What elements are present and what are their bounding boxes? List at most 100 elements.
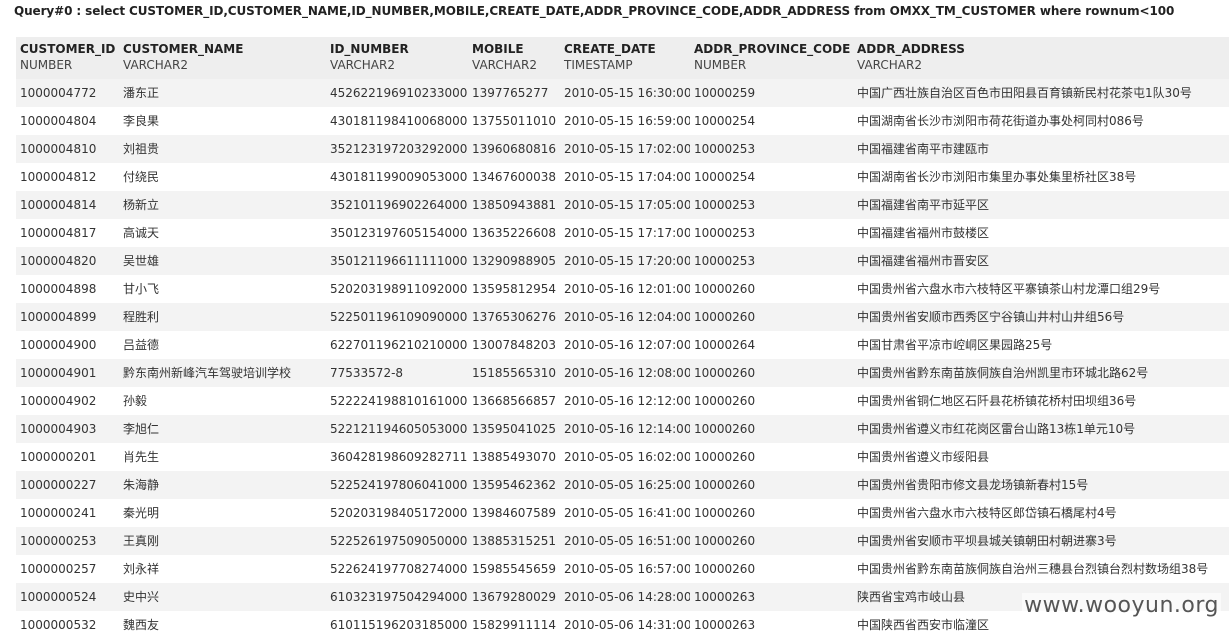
cell-customer-id: 1000000524 [16, 583, 119, 611]
cell-create-date: 2010-05-15 17:17:00 [560, 219, 690, 247]
cell-create-date: 2010-05-16 12:04:00 [560, 303, 690, 331]
cell-mobile: 13984607589 [468, 499, 560, 527]
column-header-create-date[interactable]: CREATE_DATE TIMESTAMP [560, 37, 690, 79]
cell-customer-name: 朱海静 [119, 471, 326, 499]
cell-customer-id: 1000000241 [16, 499, 119, 527]
cell-customer-name: 秦光明 [119, 499, 326, 527]
column-type: TIMESTAMP [564, 58, 633, 72]
header-row: CUSTOMER_ID NUMBER CUSTOMER_NAME VARCHAR2 … [16, 37, 1229, 79]
table-row[interactable]: 1000004817 高诚天 350123197605154000 136352266… [16, 219, 1229, 247]
cell-id-number: 430181198410068000 [326, 107, 468, 135]
table-row[interactable]: 1000004812 付绕民 430181199009053000 134676000… [16, 163, 1229, 191]
table-row[interactable]: 1000004900 吕益德 622701196210210000 130078482… [16, 331, 1229, 359]
query-text: Query#0 : select CUSTOMER_ID,CUSTOMER_NA… [14, 4, 1175, 18]
cell-addr-address: 中国贵州省铜仁地区石阡县花桥镇花桥村田坝组36号 [853, 387, 1229, 415]
table-row[interactable]: 1000000253 王真刚 522526197509050000 138853152… [16, 527, 1229, 555]
table-row[interactable]: 1000004898 甘小飞 520203198911092000 135958129… [16, 275, 1229, 303]
cell-create-date: 2010-05-06 14:31:00 [560, 611, 690, 632]
cell-customer-name: 吕益德 [119, 331, 326, 359]
cell-addr-province-code: 10000259 [690, 79, 853, 107]
cell-customer-name: 甘小飞 [119, 275, 326, 303]
cell-addr-address: 中国福建省南平市延平区 [853, 191, 1229, 219]
cell-customer-id: 1000004901 [16, 359, 119, 387]
cell-mobile: 13635226608 [468, 219, 560, 247]
cell-id-number: 350123197605154000 [326, 219, 468, 247]
column-name: ADDR_PROVINCE_CODE [694, 42, 851, 56]
cell-addr-address: 中国福建省南平市建瓯市 [853, 135, 1229, 163]
cell-id-number: 522224198810161000 [326, 387, 468, 415]
table-row[interactable]: 1000000227 朱海静 522524197806041000 135954623… [16, 471, 1229, 499]
cell-addr-province-code: 10000260 [690, 527, 853, 555]
cell-customer-id: 1000004814 [16, 191, 119, 219]
column-name: MOBILE [472, 42, 524, 56]
table-row[interactable]: 1000004820 吴世雄 350121196611111000 132909889… [16, 247, 1229, 275]
cell-addr-province-code: 10000260 [690, 303, 853, 331]
cell-addr-province-code: 10000260 [690, 443, 853, 471]
cell-customer-name: 杨新立 [119, 191, 326, 219]
cell-id-number: 522121194605053000 [326, 415, 468, 443]
cell-customer-name: 李良果 [119, 107, 326, 135]
column-type: VARCHAR2 [857, 58, 922, 72]
cell-customer-id: 1000004804 [16, 107, 119, 135]
cell-addr-province-code: 10000260 [690, 555, 853, 583]
cell-addr-province-code: 10000260 [690, 415, 853, 443]
table-row[interactable]: 1000004899 程胜利 522501196109090000 137653062… [16, 303, 1229, 331]
column-name: ADDR_ADDRESS [857, 42, 965, 56]
cell-customer-id: 1000004812 [16, 163, 119, 191]
cell-addr-address: 中国贵州省安顺市平坝县城关镇朝田村朝进寨3号 [853, 527, 1229, 555]
cell-addr-address: 中国贵州省遵义市绥阳县 [853, 443, 1229, 471]
table-row[interactable]: 1000000241 秦光明 520203198405172000 139846075… [16, 499, 1229, 527]
table-row[interactable]: 1000004804 李良果 430181198410068000 137550110… [16, 107, 1229, 135]
cell-addr-province-code: 10000254 [690, 163, 853, 191]
cell-customer-name: 刘永祥 [119, 555, 326, 583]
cell-addr-province-code: 10000260 [690, 275, 853, 303]
cell-addr-province-code: 10000260 [690, 471, 853, 499]
column-header-customer-id[interactable]: CUSTOMER_ID NUMBER [16, 37, 119, 79]
column-header-addr-address[interactable]: ADDR_ADDRESS VARCHAR2 [853, 37, 1229, 79]
cell-customer-id: 1000000257 [16, 555, 119, 583]
cell-addr-address: 中国贵州省安顺市西秀区宁谷镇山井村山井组56号 [853, 303, 1229, 331]
cell-customer-id: 1000004899 [16, 303, 119, 331]
cell-customer-id: 1000000253 [16, 527, 119, 555]
table-row[interactable]: 1000004772 潘东正 452622196910233000 139776527… [16, 79, 1229, 107]
table-row[interactable]: 1000004814 杨新立 352101196902264000 138509438… [16, 191, 1229, 219]
cell-id-number: 520203198911092000 [326, 275, 468, 303]
column-header-id-number[interactable]: ID_NUMBER VARCHAR2 [326, 37, 468, 79]
cell-create-date: 2010-05-16 12:08:00 [560, 359, 690, 387]
cell-customer-name: 高诚天 [119, 219, 326, 247]
cell-id-number: 522501196109090000 [326, 303, 468, 331]
table-row[interactable]: 1000004901 黔东南州新峰汽车驾驶培训学校 77533572-8 151855… [16, 359, 1229, 387]
table-row[interactable]: 1000004903 李旭仁 522121194605053000 135950410… [16, 415, 1229, 443]
cell-customer-id: 1000004817 [16, 219, 119, 247]
cell-mobile: 1397765277 [468, 79, 560, 107]
cell-customer-id: 1000004902 [16, 387, 119, 415]
cell-addr-province-code: 10000253 [690, 219, 853, 247]
cell-customer-name: 刘祖贵 [119, 135, 326, 163]
cell-addr-address: 中国贵州省贵阳市修文县龙场镇新春村15号 [853, 471, 1229, 499]
table-header: CUSTOMER_ID NUMBER CUSTOMER_NAME VARCHAR2 … [16, 37, 1229, 79]
watermark: www.wooyun.org [1022, 593, 1221, 618]
cell-customer-name: 王真刚 [119, 527, 326, 555]
column-header-mobile[interactable]: MOBILE VARCHAR2 [468, 37, 560, 79]
table-row[interactable]: 1000004810 刘祖贵 352123197203292000 139606808… [16, 135, 1229, 163]
cell-id-number: 430181199009053000 [326, 163, 468, 191]
cell-addr-province-code: 10000254 [690, 107, 853, 135]
cell-customer-name: 黔东南州新峰汽车驾驶培训学校 [119, 359, 326, 387]
cell-customer-id: 1000000532 [16, 611, 119, 632]
cell-create-date: 2010-05-05 16:02:00 [560, 443, 690, 471]
cell-mobile: 13668566857 [468, 387, 560, 415]
column-header-addr-province-code[interactable]: ADDR_PROVINCE_CODE NUMBER [690, 37, 853, 79]
table-row[interactable]: 1000000257 刘永祥 522624197708274000 159855456… [16, 555, 1229, 583]
cell-addr-province-code: 10000253 [690, 191, 853, 219]
cell-create-date: 2010-05-16 12:07:00 [560, 331, 690, 359]
table-row[interactable]: 1000000201 肖先生 360428198609282711 138854930… [16, 443, 1229, 471]
column-header-customer-name[interactable]: CUSTOMER_NAME VARCHAR2 [119, 37, 326, 79]
results-table: CUSTOMER_ID NUMBER CUSTOMER_NAME VARCHAR2 … [16, 37, 1229, 632]
cell-addr-province-code: 10000263 [690, 611, 853, 632]
cell-create-date: 2010-05-15 17:02:00 [560, 135, 690, 163]
cell-mobile: 13765306276 [468, 303, 560, 331]
cell-create-date: 2010-05-05 16:51:00 [560, 527, 690, 555]
table-row[interactable]: 1000004902 孙毅 522224198810161000 1366856685… [16, 387, 1229, 415]
column-type: NUMBER [694, 58, 747, 72]
cell-addr-address: 中国广西壮族自治区百色市田阳县百育镇新民村花茶屯1队30号 [853, 79, 1229, 107]
